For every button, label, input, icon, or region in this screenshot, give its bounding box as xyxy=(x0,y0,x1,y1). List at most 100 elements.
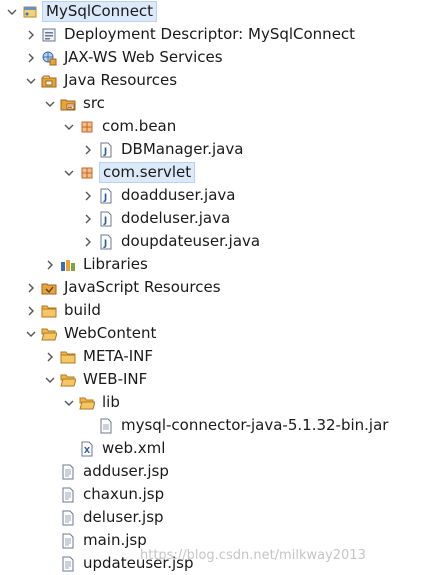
chevron-right-icon[interactable] xyxy=(25,299,37,322)
tree-item[interactable]: Jdoadduser.java xyxy=(82,184,238,207)
tree-item-label: dodeluser.java xyxy=(121,209,231,227)
tree-item[interactable]: com.bean xyxy=(63,115,179,138)
tree-item-label: adduser.jsp xyxy=(83,462,169,480)
jsp-file-icon xyxy=(60,487,76,503)
chevron-down-icon[interactable] xyxy=(63,161,75,184)
svg-text:J: J xyxy=(103,193,107,203)
tree-item[interactable]: META-INF xyxy=(44,345,156,368)
chevron-down-icon[interactable] xyxy=(44,92,56,115)
folder-icon xyxy=(41,303,57,319)
folder-icon xyxy=(60,349,76,365)
tree-item-label: lib xyxy=(102,393,120,411)
tree-item[interactable]: Jdodeluser.java xyxy=(82,207,233,230)
tree-item[interactable]: MySqlConnect xyxy=(6,0,158,23)
tree-item[interactable]: WebContent xyxy=(25,322,159,345)
chevron-right-icon[interactable] xyxy=(25,23,37,46)
chevron-down-icon[interactable] xyxy=(25,69,37,92)
tree-item-label: Java Resources xyxy=(64,71,178,89)
chevron-down-icon[interactable] xyxy=(44,368,56,391)
tree-item[interactable]: Deployment Descriptor: MySqlConnect xyxy=(25,23,358,46)
tree-item[interactable]: mysql-connector-java-5.1.32-bin.jar xyxy=(82,414,391,437)
chevron-right-icon[interactable] xyxy=(25,46,37,69)
chevron-right-icon[interactable] xyxy=(44,345,56,368)
tree-item-label: DBManager.java xyxy=(121,140,244,158)
chevron-right-icon[interactable] xyxy=(82,184,94,207)
tree-item-label: WebContent xyxy=(64,324,157,342)
tree-item[interactable]: chaxun.jsp xyxy=(44,483,167,506)
tree-item-label: deluser.jsp xyxy=(83,508,164,526)
tree-item[interactable]: main.jsp xyxy=(44,529,150,552)
tree-item-label: doadduser.java xyxy=(121,186,236,204)
tree-item[interactable]: Libraries xyxy=(44,253,151,276)
chevron-down-icon[interactable] xyxy=(6,0,18,23)
java-file-icon: J xyxy=(98,188,114,204)
chevron-right-icon[interactable] xyxy=(25,276,37,299)
folder-open-icon xyxy=(79,395,95,411)
chevron-down-icon[interactable] xyxy=(25,322,37,345)
svg-text:J: J xyxy=(103,147,107,157)
tree-item[interactable]: J DBManager.java xyxy=(82,138,246,161)
libraries-icon xyxy=(60,257,76,273)
tree-item[interactable]: deluser.jsp xyxy=(44,506,167,529)
javascript-resources-icon xyxy=(41,280,57,296)
web-services-icon xyxy=(41,50,57,66)
svg-text:X: X xyxy=(84,446,91,455)
tree-item[interactable]: Java Resources xyxy=(25,69,180,92)
deployment-descriptor-icon xyxy=(41,27,57,43)
chevron-right-icon[interactable] xyxy=(82,230,94,253)
tree-item[interactable]: build xyxy=(25,299,104,322)
tree-item[interactable]: Jdoupdateuser.java xyxy=(82,230,263,253)
tree-item-label: mysql-connector-java-5.1.32-bin.jar xyxy=(121,416,389,434)
tree-item-label: com.bean xyxy=(102,117,177,135)
chevron-down-icon[interactable] xyxy=(63,391,75,414)
tree-item[interactable]: WEB-INF xyxy=(44,368,150,391)
jsp-file-icon xyxy=(60,510,76,526)
java-file-icon: J xyxy=(98,142,114,158)
project-explorer-tree: MySqlConnect Deployment Descriptor: MySql… xyxy=(0,0,424,574)
java-file-icon: J xyxy=(98,211,114,227)
source-folder-icon xyxy=(60,96,76,112)
tree-item-label: chaxun.jsp xyxy=(83,485,165,503)
package-icon xyxy=(79,165,95,181)
chevron-right-icon[interactable] xyxy=(82,138,94,161)
tree-item[interactable]: JavaScript Resources xyxy=(25,276,224,299)
tree-item-label: doupdateuser.java xyxy=(121,232,261,250)
jsp-file-icon xyxy=(60,533,76,549)
folder-open-icon xyxy=(60,372,76,388)
tree-item-label: Deployment Descriptor: MySqlConnect xyxy=(64,25,356,43)
tree-item-label: JavaScript Resources xyxy=(64,278,221,296)
chevron-right-icon[interactable] xyxy=(44,253,56,276)
tree-item[interactable]: src xyxy=(44,92,108,115)
tree-item-label: WEB-INF xyxy=(83,370,148,388)
jsp-file-icon xyxy=(60,556,76,572)
tree-item-label: build xyxy=(64,301,101,319)
java-file-icon: J xyxy=(98,234,114,250)
tree-item[interactable]: com.servlet xyxy=(63,161,196,184)
tree-item[interactable]: lib xyxy=(63,391,123,414)
jar-file-icon xyxy=(98,418,114,434)
tree-item-label: JAX-WS Web Services xyxy=(64,48,223,66)
chevron-down-icon[interactable] xyxy=(63,115,75,138)
svg-text:J: J xyxy=(103,239,107,249)
tree-item[interactable]: Xweb.xml xyxy=(63,437,168,460)
tree-item[interactable]: JAX-WS Web Services xyxy=(25,46,226,69)
xml-file-icon: X xyxy=(79,441,95,457)
watermark: https://blog.csdn.net/milkway2013 xyxy=(140,548,366,563)
tree-item-label: META-INF xyxy=(83,347,154,365)
tree-item-label: Libraries xyxy=(83,255,148,273)
tree-item-label: com.servlet xyxy=(99,162,196,183)
tree-item[interactable]: adduser.jsp xyxy=(44,460,172,483)
jsp-file-icon xyxy=(60,464,76,480)
folder-open-icon xyxy=(41,326,57,342)
package-icon xyxy=(79,119,95,135)
tree-item-label: MySqlConnect xyxy=(42,1,158,22)
chevron-right-icon[interactable] xyxy=(82,207,94,230)
tree-item-label: web.xml xyxy=(102,439,166,457)
project-icon xyxy=(22,4,38,20)
